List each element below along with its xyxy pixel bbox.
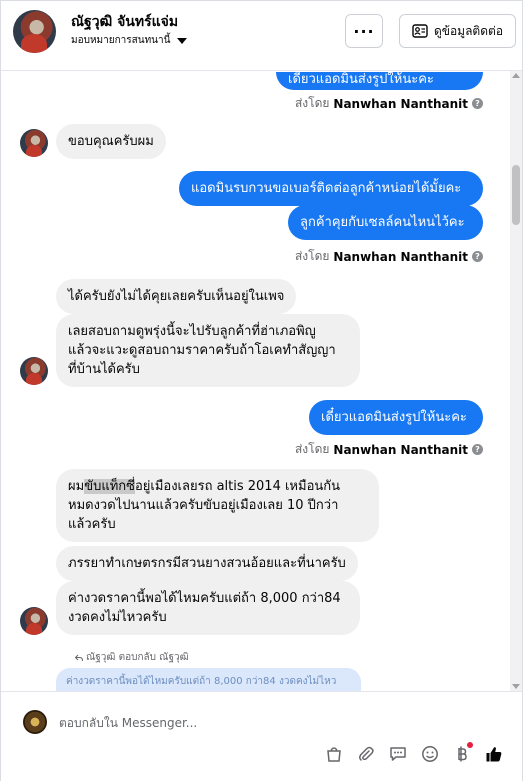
contact-avatar-small [20, 357, 48, 385]
message-incoming[interactable]: ขอบคุณครับผม [56, 124, 166, 159]
contact-avatar[interactable] [13, 10, 56, 53]
view-contact-info-label: ดูข้อมูลติดต่อ [433, 23, 504, 38]
sent-by-line: ส่งโดย Nanwhan Nanthanit ? [295, 247, 483, 266]
info-icon[interactable]: ? [472, 251, 483, 262]
message-list: เดี๋ยวแอดมินส่งรูปให้นะคะ ส่งโดย Nanwhan… [1, 72, 509, 691]
reply-quoted-message[interactable]: ค่างวดราคานี้พอได้ไหมครับแต่ถ้า 8,000 กว… [56, 668, 361, 691]
composer [1, 691, 522, 781]
baht-payment-icon[interactable] [452, 742, 473, 764]
highlighted-text: ขับแท็กซี่ [84, 479, 135, 494]
sent-by-line: ส่งโดย Nanwhan Nanthanit ? [295, 440, 483, 459]
sent-by-prefix: ส่งโดย [294, 442, 330, 456]
sender-name: Nanwhan Nanthanit [333, 442, 468, 457]
message-text: ภรรยาทำเกษตรกรมีสวนยางสวนอ้อยและที่นาครั… [68, 556, 346, 571]
contact-avatar-small [20, 129, 48, 157]
message-outgoing[interactable]: เดี๋ยวแอดมินส่งรูปให้นะคะ [309, 400, 483, 435]
message-incoming[interactable]: ได้ครับยังไม่ได้คุยเลยครับเห็นอยู่ในเพจ [56, 279, 297, 314]
message-text-line: ผมขับแท็กซี่อยู่เมืองเลยรถ altis 2014 เห… [68, 477, 367, 496]
contact-name[interactable]: ณัฐวุฒิ จันทร์แจ่ม [71, 11, 178, 33]
conversation-header: ณัฐวุฒิ จันทร์แจ่ม มอบหมายการสนทนานี้ ··… [1, 1, 522, 71]
messenger-panel: ณัฐวุฒิ จันทร์แจ่ม มอบหมายการสนทนานี้ ··… [0, 0, 523, 781]
contact-card-icon [412, 24, 428, 38]
message-text-line: งวดคงไม่ไหวครับ [68, 610, 167, 625]
contact-avatar-small [20, 607, 48, 635]
reply-meta-text: ณัฐวุฒิ ตอบกลับ ณัฐวุฒิ [86, 652, 189, 663]
sender-name: Nanwhan Nanthanit [333, 96, 468, 111]
message-text-line: เลยสอบถามดูพรุ่งนี้จะไปรับลูกค้าที่ฮ่าเภ… [68, 324, 316, 339]
message-text: ได้ครับยังไม่ได้คุยเลยครับเห็นอยู่ในเพจ [68, 289, 285, 304]
sent-by-prefix: ส่งโดย [294, 249, 330, 263]
composer-toolbar [324, 742, 504, 764]
more-options-button[interactable]: ··· [345, 14, 383, 48]
text-part: อยู่เมืองเลยรถ altis 2014 เหมือนกัน [134, 479, 341, 494]
message-text: แอดมินรบกวนขอเบอร์ติดต่อลูกค้าหน่อยได้มั… [191, 181, 462, 196]
message-outgoing[interactable]: แอดมินรบกวนขอเบอร์ติดต่อลูกค้าหน่อยได้มั… [179, 171, 483, 206]
assign-conversation-dropdown[interactable]: มอบหมายการสนทนานี้ [71, 33, 188, 48]
reply-arrow-icon [75, 654, 83, 661]
info-icon[interactable]: ? [472, 444, 483, 455]
message-outgoing[interactable]: เดี๋ยวแอดมินส่งรูปให้นะคะ [276, 72, 483, 90]
reply-meta: ณัฐวุฒิ ตอบกลับ ณัฐวุฒิ [75, 650, 189, 665]
reply-input[interactable] [59, 712, 489, 734]
message-incoming[interactable]: เลยสอบถามดูพรุ่งนี้จะไปรับลูกค้าที่ฮ่าเภ… [56, 314, 360, 387]
shopping-bag-icon[interactable] [324, 744, 344, 764]
message-text-line: หมดงวดไปนานแล้วครับขับอยู่เมืองเลย 10 ปี… [68, 498, 339, 513]
emoji-icon[interactable] [420, 744, 440, 764]
info-icon[interactable]: ? [472, 98, 483, 109]
message-outgoing[interactable]: ลูกค้าคุยกับเซลล์คนไหนไว้คะ [288, 205, 483, 240]
scrollbar-thumb[interactable] [512, 165, 520, 225]
sent-by-prefix: ส่งโดย [294, 96, 330, 110]
scroll-up-arrow-icon[interactable] [512, 73, 520, 78]
message-text: เดี๋ยวแอดมินส่งรูปให้นะคะ [288, 72, 434, 87]
message-incoming[interactable]: ผมขับแท็กซี่อยู่เมืองเลยรถ altis 2014 เห… [56, 469, 379, 542]
caret-down-icon [177, 37, 188, 44]
message-text-line: ที่บ้านได้ครับ [68, 362, 140, 377]
message-incoming[interactable]: ค่างวดราคานี้พอได้ไหมครับแต่ถ้า 8,000 กว… [56, 581, 360, 635]
sender-name: Nanwhan Nanthanit [333, 249, 468, 264]
text-part: ผม [68, 479, 85, 494]
saved-reply-icon[interactable] [388, 744, 408, 764]
scroll-down-arrow-icon[interactable] [512, 684, 520, 689]
scrollbar[interactable] [510, 71, 522, 691]
paperclip-icon[interactable] [356, 744, 376, 764]
assign-label: มอบหมายการสนทนานี้ [71, 35, 171, 46]
message-incoming[interactable]: ภรรยาทำเกษตรกรมีสวนยางสวนอ้อยและที่นาครั… [56, 546, 358, 581]
message-text: เดี๋ยวแอดมินส่งรูปให้นะคะ [321, 410, 467, 425]
message-text: ขอบคุณครับผม [68, 134, 154, 149]
sent-by-line: ส่งโดย Nanwhan Nanthanit ? [295, 94, 483, 113]
message-text-line: แล้วครับ [68, 517, 116, 532]
notification-dot [467, 742, 473, 748]
view-contact-info-button[interactable]: ดูข้อมูลติดต่อ [399, 14, 516, 48]
message-text-line: ค่างวดราคานี้พอได้ไหมครับแต่ถ้า 8,000 กว… [68, 591, 341, 606]
message-text-line: แล้วจะแวะดูสอบถามราคาครับถ้าโอเคทำสัญญา [68, 343, 336, 358]
message-text: ลูกค้าคุยกับเซลล์คนไหนไว้คะ [300, 215, 465, 230]
page-avatar [23, 710, 47, 734]
like-thumb-icon[interactable] [484, 744, 504, 764]
